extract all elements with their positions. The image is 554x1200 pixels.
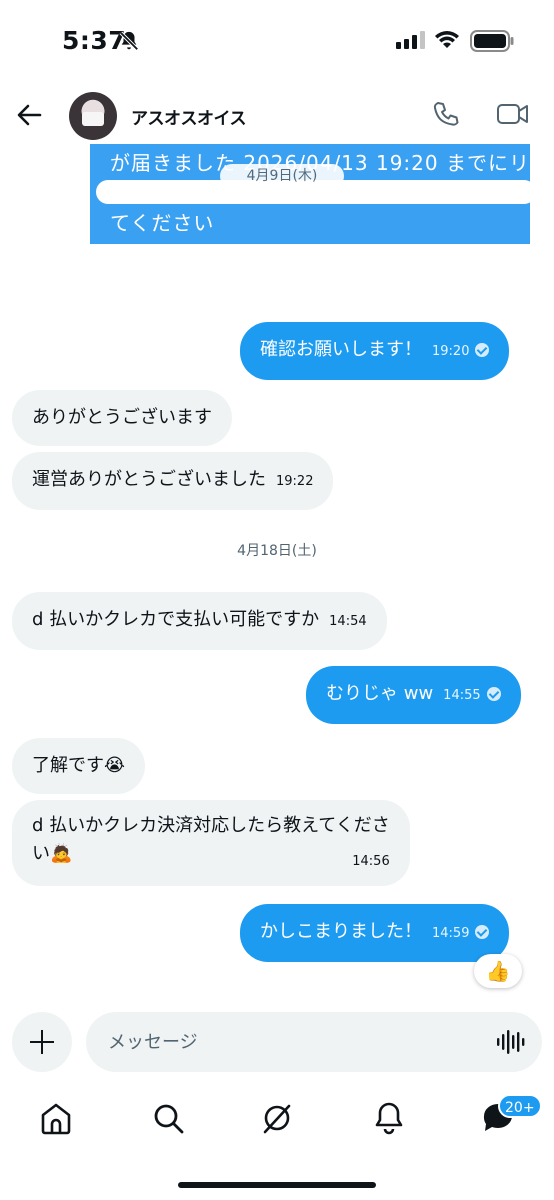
received-message[interactable]: d 払いかクレカ決済対応したら教えてくださ い🙇 14:56 xyxy=(12,800,410,886)
video-call-icon[interactable] xyxy=(496,99,530,129)
message-text: ありがとうございます xyxy=(32,407,212,428)
add-attachment-button[interactable] xyxy=(12,1012,72,1072)
overlay-date-pill: 4月9日(木) xyxy=(220,164,344,188)
message-text: 運営ありがとうございました xyxy=(32,469,266,490)
message-time: 14:54 xyxy=(329,614,367,629)
received-message[interactable]: 了解です😭 xyxy=(12,738,146,794)
message-time: 14:56 xyxy=(352,854,390,869)
message-input[interactable] xyxy=(86,1012,542,1072)
message-text: い🙇 xyxy=(32,843,73,864)
grok-icon[interactable] xyxy=(259,1100,295,1136)
home-indicator xyxy=(178,1182,376,1188)
status-bar: 5:37 xyxy=(0,0,554,86)
home-icon[interactable] xyxy=(38,1100,74,1136)
message-text: 確認お願いします！ xyxy=(260,339,422,360)
message-text: むりじゃ ww xyxy=(326,683,434,704)
messages-badge: 20+ xyxy=(498,1094,542,1118)
image-text-line: てください xyxy=(110,211,215,235)
received-message[interactable]: 運営ありがとうございました 19:22 xyxy=(12,452,334,510)
sent-message[interactable]: むりじゃ ww 14:55 xyxy=(306,666,521,724)
message-time: 19:20 xyxy=(432,344,470,359)
contact-avatar[interactable] xyxy=(69,92,117,140)
cellular-signal-icon xyxy=(396,31,425,49)
date-separator: 4月18日(土) xyxy=(237,543,317,559)
battery-icon xyxy=(470,30,514,52)
search-icon[interactable] xyxy=(150,1100,186,1136)
message-time: 19:22 xyxy=(276,474,314,489)
thumbs-up-reaction[interactable]: 👍 xyxy=(474,954,522,988)
conversation-header: アスオスオイス xyxy=(0,86,554,144)
notifications-bell-icon[interactable] xyxy=(371,1100,407,1136)
message-text: 了解です😭 xyxy=(32,755,126,776)
image-message-attachment[interactable]: が届きました 2026/04/13 19:20 までにリ 4月9日(木) てくだ… xyxy=(90,144,530,244)
message-text: d 払いかクレカ決済対応したら教えてくださ xyxy=(32,815,390,836)
status-time: 5:37 xyxy=(62,26,127,55)
received-message[interactable]: d 払いかクレカで支払い可能ですか 14:54 xyxy=(12,592,387,650)
read-check-icon xyxy=(475,343,490,357)
sent-message[interactable]: 確認お願いします！ 19:20 xyxy=(240,322,510,380)
phone-call-icon[interactable] xyxy=(431,99,461,129)
contact-name[interactable]: アスオスオイス xyxy=(131,104,247,129)
received-message[interactable]: ありがとうございます xyxy=(12,390,232,446)
sent-message[interactable]: かしこまりました！ 14:59 xyxy=(240,904,510,962)
back-arrow-icon[interactable] xyxy=(14,100,44,130)
message-text: かしこまりました！ xyxy=(260,921,422,942)
message-time: 14:59 xyxy=(432,926,470,941)
voice-message-icon[interactable] xyxy=(496,1028,526,1056)
read-check-icon xyxy=(475,925,490,939)
bell-muted-icon xyxy=(119,31,139,51)
wifi-icon xyxy=(435,31,459,48)
message-text: d 払いかクレカで支払い可能ですか xyxy=(32,609,320,630)
message-time: 14:55 xyxy=(443,688,481,703)
read-check-icon xyxy=(486,687,501,701)
